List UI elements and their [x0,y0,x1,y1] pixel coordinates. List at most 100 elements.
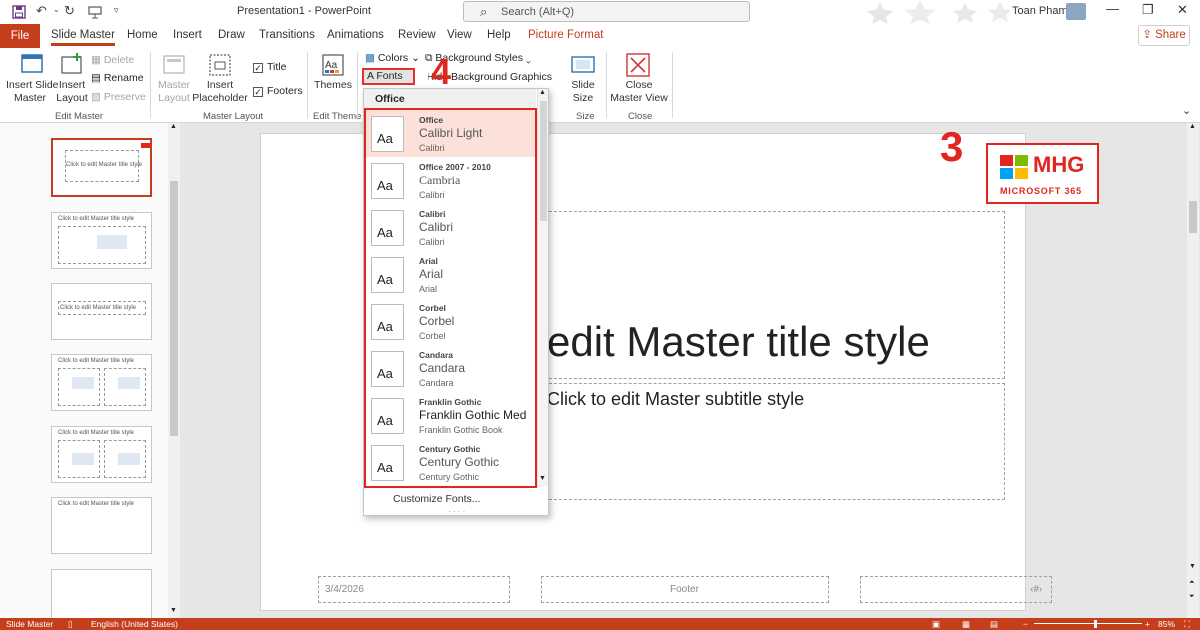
tab-home[interactable]: Home [127,29,158,41]
preserve-icon: ▧ [91,91,104,103]
tab-animations[interactable]: Animations [327,29,384,41]
chevron-down-icon: ⌄ [408,52,420,64]
font-item-corbel[interactable]: Aa Corbel Corbel Corbel [366,298,535,345]
zoom-out-icon[interactable]: − [1023,619,1028,629]
font-item-office[interactable]: Aa Office Calibri Light Calibri [366,110,535,157]
chevron-down-icon: ⌄ [522,52,531,64]
thumbnail-layout[interactable]: Click to edit Master title style [51,212,152,269]
colors-button[interactable]: ▩ Colors ⌄ [365,52,420,64]
undo-dropdown-icon[interactable]: ⌄ [53,5,60,14]
font-item-heading: Calibri [419,220,454,234]
thumbnail-scrollbar[interactable]: ▲ ▼ [168,123,180,618]
normal-view-icon[interactable]: ▣ [932,619,940,630]
fit-slide-icon[interactable]: ⛶ [1184,619,1190,630]
share-button[interactable]: ⇪ Share [1138,25,1190,46]
fonts-button[interactable]: A Fonts ⌄ [362,68,415,95]
scroll-up-icon[interactable]: ▲ [170,123,177,130]
scrollbar-thumb[interactable] [1189,201,1197,233]
thumbnail-picture [118,453,140,465]
restore-icon[interactable]: ❐ [1142,2,1154,18]
preserve-label: Preserve [103,91,146,103]
save-icon[interactable] [12,5,26,19]
tab-slide-master[interactable]: Slide Master [51,29,115,46]
scroll-down-icon[interactable]: ▼ [170,607,177,614]
avatar[interactable] [1066,3,1086,20]
scroll-up-icon[interactable]: ▲ [539,89,546,96]
font-item-candara[interactable]: Aa Candara Candara Candara [366,345,535,392]
scroll-up-icon[interactable]: ▲ [1189,123,1196,130]
font-item-office-2007[interactable]: Aa Office 2007 - 2010 Cambria Calibri [366,157,535,204]
font-item-calibri[interactable]: Aa Calibri Calibri Calibri [366,204,535,251]
zoom-level[interactable]: 85% [1158,619,1175,629]
tab-transitions[interactable]: Transitions [259,29,315,41]
rename-button[interactable]: ▤ Rename [91,72,144,84]
page-number-placeholder[interactable] [860,576,1052,603]
editor-scrollbar[interactable]: ▲ ▼ ⏶ ⏷ [1187,123,1199,618]
scrollbar-thumb[interactable] [540,101,547,221]
next-slide-icon[interactable]: ⏷ [1189,593,1195,601]
thumbnail-layout[interactable]: Click to edit Master title style [51,283,152,340]
search-box[interactable]: ⌕ Search (Alt+Q) [463,1,750,22]
slide-subtitle[interactable]: Click to edit Master subtitle style [547,389,804,410]
zoom-in-icon[interactable]: + [1145,619,1150,629]
close-master-view-label-2: Master View [610,92,668,104]
slide-footer[interactable]: Footer [670,584,699,595]
font-item-century-gothic[interactable]: Aa Century Gothic Century Gothic Century… [366,439,535,486]
title-checkbox[interactable]: ✓ Title [253,61,286,73]
reading-view-icon[interactable]: ▤ [990,619,998,630]
font-item-body: Candara [419,378,454,388]
present-from-start-icon[interactable] [88,5,102,19]
delete-button[interactable]: ▦ Delete [91,54,134,66]
tab-review[interactable]: Review [398,29,436,41]
tab-view[interactable]: View [447,29,472,41]
font-preview-icon: Aa [371,257,404,293]
group-separator [150,52,151,118]
close-master-view-label-1: Close [625,79,653,91]
thumbnail-layout[interactable]: Click to edit Master title style [51,354,152,411]
tab-draw[interactable]: Draw [218,29,245,41]
thumbnail-title: Click to edit Master title style [58,501,135,507]
scroll-down-icon[interactable]: ▼ [1189,563,1196,570]
font-item-name: Corbel [419,303,446,313]
group-label-master-layout: Master Layout [203,111,264,122]
scrollbar-thumb[interactable] [170,181,178,436]
master-layout-label-2: Layout [158,92,190,104]
close-icon[interactable]: ✕ [1177,2,1188,18]
zoom-slider[interactable] [1034,623,1142,624]
tab-insert[interactable]: Insert [173,29,202,41]
user-name[interactable]: Toan Pham [1012,5,1068,17]
redo-icon[interactable]: ↻ [64,3,75,19]
customize-qat-icon[interactable]: ▿ [114,5,119,16]
font-item-franklin-gothic[interactable]: Aa Franklin Gothic Franklin Gothic Med F… [366,392,535,439]
collapse-ribbon-icon[interactable]: ⌄ [1182,104,1191,117]
accessibility-icon[interactable]: ▯ [68,619,73,630]
slide-sorter-icon[interactable]: ▦ [962,619,970,630]
slide-page-number[interactable]: ‹#› [1030,584,1042,595]
font-item-arial[interactable]: Aa Arial Arial Arial [366,251,535,298]
undo-icon[interactable]: ↶ [36,3,47,19]
previous-slide-icon[interactable]: ⏶ [1189,579,1195,587]
thumbnail-slide-master[interactable]: Click to edit Master title style [51,138,152,197]
footers-checkbox[interactable]: ✓ Footers [253,85,303,97]
scroll-down-icon[interactable]: ▼ [539,475,546,482]
font-item-body: Corbel [419,331,446,341]
thumbnail-layout[interactable]: Click to edit Master title style [51,426,152,483]
zoom-slider-thumb[interactable] [1094,620,1097,628]
slide-date[interactable]: 3/4/2026 [325,584,364,595]
annotation-number-4: 4 [431,51,452,92]
tab-picture-format[interactable]: Picture Format [528,29,603,41]
status-language[interactable]: English (United States) [91,619,178,629]
annotation-number-3: 3 [940,123,964,170]
dropdown-scrollbar[interactable]: ▲ ▼ [537,89,548,487]
tab-file[interactable]: File [0,24,40,48]
tab-help[interactable]: Help [487,29,511,41]
mhg-logo[interactable]: MHG MICROSOFT 365 [986,143,1099,204]
ribbon-tabs: File Slide Master Home Insert Draw Trans… [0,24,1200,48]
slide-title[interactable]: edit Master title style [547,318,930,366]
thumbnail-layout[interactable]: Click to edit Master title style [51,497,152,554]
minimize-icon[interactable]: — [1106,1,1119,16]
preserve-button[interactable]: ▧ Preserve [91,91,146,103]
customize-fonts-link[interactable]: Customize Fonts... [393,493,481,505]
resize-grip[interactable]: · · · · [448,507,465,516]
insert-placeholder-icon [209,54,231,76]
